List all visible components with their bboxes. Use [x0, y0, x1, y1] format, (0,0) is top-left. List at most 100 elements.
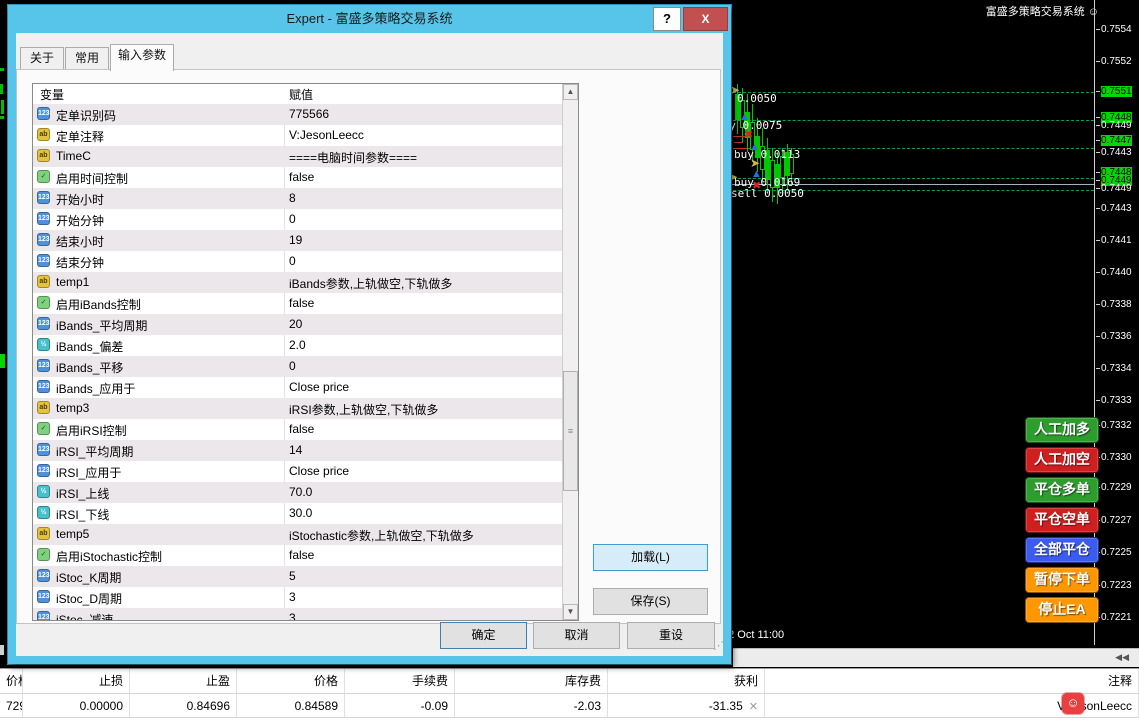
param-value[interactable]: false — [289, 296, 314, 310]
close-position-x-icon[interactable]: ✕ — [749, 701, 758, 713]
param-value[interactable]: 19 — [289, 233, 302, 247]
param-value[interactable]: 70.0 — [289, 485, 312, 499]
param-row[interactable]: 123 开始分钟 0 — [33, 209, 562, 230]
param-value[interactable]: iRSI参数,上轨做空,下轨做多 — [289, 401, 438, 418]
param-row[interactable]: 123 iBands_平移 0 — [33, 356, 562, 377]
trade-button-2[interactable]: 人工加空 — [1025, 447, 1099, 473]
param-value[interactable]: 0 — [289, 359, 296, 373]
trade-button-3[interactable]: 平仓多单 — [1025, 477, 1099, 503]
param-value[interactable]: iStochastic参数,上轨做空,下轨做多 — [289, 527, 474, 544]
trade-button-6[interactable]: 暂停下单 — [1025, 567, 1099, 593]
status-col-header: 获利 — [608, 669, 765, 694]
param-row[interactable]: 123 iStoc_K周期 5 — [33, 566, 562, 587]
param-row[interactable]: 123 iStoc_减速 3 — [33, 608, 562, 620]
int-type-icon: 123 — [37, 254, 50, 267]
ok-button[interactable]: 确定 — [440, 622, 527, 649]
param-row[interactable]: ab TimeC ====电脑时间参数==== — [33, 146, 562, 167]
axis-tick — [1096, 335, 1100, 337]
param-value[interactable]: false — [289, 422, 314, 436]
axis-tick — [1096, 90, 1100, 92]
param-value[interactable]: V:JesonLeecc — [289, 128, 364, 142]
param-row[interactable]: ✓ 启用iBands控制 false — [33, 293, 562, 314]
scrollbar-thumb[interactable]: ≡ — [563, 371, 578, 491]
param-row[interactable]: ½ iBands_偏差 2.0 — [33, 335, 562, 356]
param-value[interactable]: 14 — [289, 443, 302, 457]
param-value[interactable]: 5 — [289, 569, 296, 583]
param-row[interactable]: ½ iRSI_上线 70.0 — [33, 482, 562, 503]
axis-tick — [1096, 139, 1100, 141]
param-value[interactable]: Close price — [289, 380, 349, 394]
param-value[interactable]: 8 — [289, 191, 296, 205]
tab-输入参数[interactable]: 输入参数 — [110, 44, 174, 71]
param-row[interactable]: 123 iRSI_平均周期 14 — [33, 440, 562, 461]
param-value[interactable]: 3 — [289, 611, 296, 620]
param-row[interactable]: 123 结束分钟 0 — [33, 251, 562, 272]
status-value-text: -2.03 — [573, 699, 601, 713]
scroll-down-button[interactable]: ▼ — [563, 604, 578, 620]
param-value[interactable]: ====电脑时间参数==== — [289, 149, 417, 166]
param-name: iRSI_下线 — [56, 508, 110, 522]
trade-button-4[interactable]: 平仓空单 — [1025, 507, 1099, 533]
axis-price-label: 0.7551 — [1096, 86, 1132, 98]
dbl-type-icon: ½ — [37, 506, 50, 519]
resize-grip[interactable]: ⋰ — [713, 639, 724, 652]
axis-tick — [1096, 303, 1100, 305]
trade-button-5[interactable]: 全部平仓 — [1025, 537, 1099, 563]
load-button[interactable]: 加载(L) — [593, 544, 708, 571]
param-value[interactable]: false — [289, 548, 314, 562]
dialog-titlebar[interactable]: Expert - 富盛多策略交易系统 — [8, 5, 731, 33]
tab-关于[interactable]: 关于 — [20, 47, 64, 70]
reset-button[interactable]: 重设 — [627, 622, 715, 649]
int-type-icon: 123 — [37, 464, 50, 477]
param-value[interactable]: false — [289, 170, 314, 184]
help-button[interactable]: ? — [653, 7, 681, 31]
param-row[interactable]: ab temp3 iRSI参数,上轨做空,下轨做多 — [33, 398, 562, 419]
param-row[interactable]: ✓ 启用iRSI控制 false — [33, 419, 562, 440]
param-name: 启用iRSI控制 — [56, 424, 127, 438]
param-value[interactable]: 0 — [289, 254, 296, 268]
param-row[interactable]: 123 iRSI_应用于 Close price — [33, 461, 562, 482]
status-col-value: -0.09 — [345, 694, 455, 718]
scroll-up-button[interactable]: ▲ — [563, 84, 578, 100]
param-value[interactable]: iBands参数,上轨做空,下轨做多 — [289, 275, 452, 292]
param-row[interactable]: 123 定单识别码 775566 — [33, 104, 562, 125]
axis-tick — [1096, 116, 1100, 118]
param-row[interactable]: ½ iRSI_下线 30.0 — [33, 503, 562, 524]
trade-button-7[interactable]: 停止EA — [1025, 597, 1099, 623]
chart-fragment — [733, 136, 745, 137]
param-row[interactable]: ✓ 启用时间控制 false — [33, 167, 562, 188]
param-row[interactable]: 123 iStoc_D周期 3 — [33, 587, 562, 608]
param-value[interactable]: 775566 — [289, 107, 329, 121]
param-value[interactable]: 2.0 — [289, 338, 306, 352]
param-name: iBands_应用于 — [56, 382, 136, 396]
param-name: iBands_平移 — [56, 361, 124, 375]
param-value[interactable]: 30.0 — [289, 506, 312, 520]
trade-button-1[interactable]: 人工加多 — [1025, 417, 1099, 443]
param-row[interactable]: ab 定单注释 V:JesonLeecc — [33, 125, 562, 146]
chart-horizontal-scrollbar[interactable]: ◀◀ — [733, 648, 1139, 667]
axis-price-label: 0.7334 — [1096, 363, 1132, 375]
status-value-text: 0.84696 — [186, 699, 230, 713]
param-row[interactable]: ✓ 启用iStochastic控制 false — [33, 545, 562, 566]
status-col-value: 0.84589 — [237, 694, 345, 718]
dialog-client-area: 关于 常用 输入参数 变量 赋值 123 定单识别码 775566 ab 定单注释 V:Jes… — [16, 33, 724, 656]
save-button[interactable]: 保存(S) — [593, 588, 708, 615]
param-row[interactable]: 123 iBands_平均周期 20 — [33, 314, 562, 335]
axis-price-label: 0.7338 — [1096, 299, 1132, 311]
param-value[interactable]: 0 — [289, 212, 296, 226]
cancel-button[interactable]: 取消 — [533, 622, 620, 649]
status-col-header: 止损 — [23, 669, 130, 694]
param-row[interactable]: 123 开始小时 8 — [33, 188, 562, 209]
vertical-scrollbar[interactable]: ▲ ≡ ▼ — [562, 84, 578, 620]
param-value[interactable]: 3 — [289, 590, 296, 604]
param-value[interactable]: 20 — [289, 317, 302, 331]
param-row[interactable]: ab temp5 iStochastic参数,上轨做空,下轨做多 — [33, 524, 562, 545]
param-row[interactable]: ab temp1 iBands参数,上轨做空,下轨做多 — [33, 272, 562, 293]
param-value[interactable]: Close price — [289, 464, 349, 478]
dbl-type-icon: ½ — [37, 485, 50, 498]
tab-常用[interactable]: 常用 — [65, 47, 109, 70]
int-type-icon: 123 — [37, 107, 50, 120]
close-button[interactable]: X — [683, 7, 728, 31]
param-row[interactable]: 123 结束小时 19 — [33, 230, 562, 251]
param-row[interactable]: 123 iBands_应用于 Close price — [33, 377, 562, 398]
